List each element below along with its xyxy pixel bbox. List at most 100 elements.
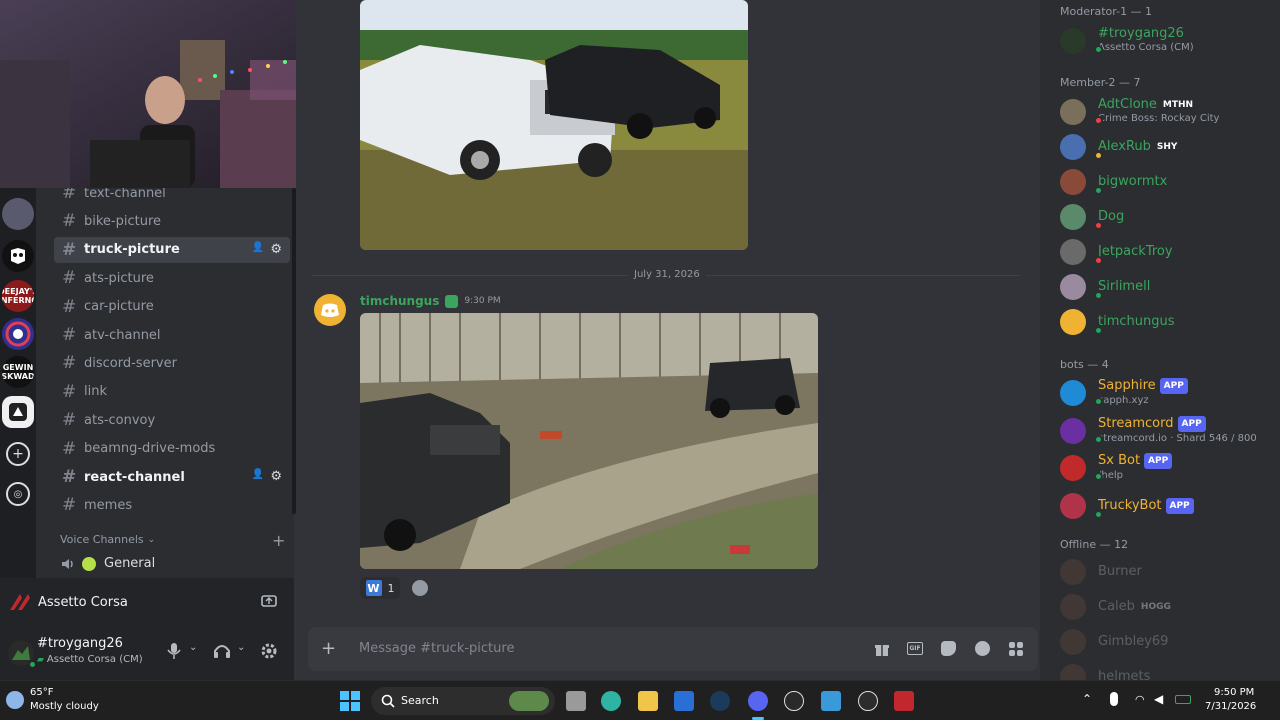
reaction-pill[interactable]: W 1	[360, 577, 400, 599]
member-item[interactable]: Sirlimell	[1060, 270, 1280, 304]
headphones-icon[interactable]	[213, 642, 231, 660]
member-item[interactable]: TruckyBot APP	[1060, 489, 1280, 523]
status-dot-icon	[1094, 116, 1103, 125]
gear-icon[interactable]: ⚙	[270, 242, 282, 257]
channel-truck-picture[interactable]: # truck-picture 👤 ⚙	[54, 236, 290, 263]
emoji-icon[interactable]	[975, 641, 990, 656]
gift-icon[interactable]	[874, 641, 890, 657]
add-channel-icon[interactable]: +	[272, 531, 285, 550]
mic-chevron-icon[interactable]: ⌄	[189, 642, 197, 653]
channel-ats-picture[interactable]: # ats-picture	[54, 265, 290, 291]
avatar	[1060, 417, 1086, 444]
attach-plus-icon[interactable]: +	[321, 638, 336, 659]
member-name: Sirlimell	[1098, 279, 1151, 294]
store-icon[interactable]	[674, 691, 694, 711]
server-icon[interactable]	[2, 198, 34, 230]
hash-icon: #	[62, 239, 77, 260]
file-explorer-icon[interactable]	[638, 691, 658, 711]
weather-widget[interactable]: 65°F Mostly cloudy	[6, 687, 116, 715]
member-item[interactable]: Dog	[1060, 200, 1280, 234]
message-author[interactable]: timchungus	[360, 294, 439, 308]
voice-channel-general[interactable]: General	[60, 556, 155, 571]
channel-label: bike-picture	[84, 213, 162, 229]
reaction-emoji: W	[365, 580, 382, 596]
add-reaction-icon[interactable]	[412, 580, 428, 596]
task-view-icon[interactable]	[566, 691, 586, 711]
member-item[interactable]: bigwormtx	[1060, 165, 1280, 199]
gif-icon[interactable]: GIF	[907, 642, 923, 655]
discord-taskbar-icon[interactable]	[748, 691, 768, 711]
app-badge: APP	[1144, 453, 1173, 469]
status-dot-icon	[1094, 326, 1103, 335]
clock-time[interactable]: 9:50 PM	[1214, 687, 1254, 698]
member-item[interactable]: Sx Bot APP/help	[1060, 451, 1280, 485]
server-abbr: GEWIN SKWAD	[2, 363, 34, 381]
member-item[interactable]: JetpackTroy	[1060, 235, 1280, 269]
member-item[interactable]: Streamcord APP streamcord.io · Shard 546 /…	[1060, 414, 1280, 448]
status-dot-icon	[1094, 397, 1103, 406]
member-item[interactable]: helmets	[1060, 660, 1280, 680]
app-icon[interactable]	[784, 691, 804, 711]
message-avatar[interactable]	[314, 294, 346, 326]
member-item[interactable]: Burner	[1060, 555, 1280, 589]
edge-icon[interactable]	[601, 691, 621, 711]
member-group-heading: Offline — 12	[1060, 538, 1129, 551]
server-icon-gewin-skwad[interactable]: GEWIN SKWAD	[2, 356, 34, 388]
member-tag-badge: MTHN	[1162, 100, 1194, 110]
member-item[interactable]: Sapphire APP sapph.xyz	[1060, 376, 1280, 410]
channel-ats-convoy[interactable]: # ats-convoy	[54, 407, 290, 433]
headphones-chevron-icon[interactable]: ⌄	[237, 642, 245, 653]
message-attachment-image[interactable]	[360, 0, 748, 250]
server-icon[interactable]	[2, 396, 34, 428]
member-name-line: Caleb HOGG	[1098, 600, 1171, 614]
server-icon[interactable]	[2, 318, 34, 350]
add-server-icon[interactable]: +	[6, 442, 30, 466]
member-item[interactable]: #troygang26 Assetto Corsa (CM)	[1060, 24, 1280, 58]
apps-icon[interactable]	[1008, 641, 1024, 657]
wifi-icon[interactable]: ◠	[1135, 693, 1145, 706]
chevron-up-icon[interactable]: ⌃	[1082, 692, 1092, 706]
message-attachment-image[interactable]	[360, 313, 818, 569]
member-item[interactable]: Gimbley69	[1060, 625, 1280, 659]
discover-icon[interactable]: ◎	[6, 482, 30, 506]
clock-date[interactable]: 7/31/2026	[1205, 701, 1256, 712]
app-icon[interactable]	[821, 691, 841, 711]
message-composer[interactable]: + Message #truck-picture GIF	[308, 627, 1038, 671]
channel-beamng-drive-mods[interactable]: # beamng-drive-mods	[54, 436, 290, 462]
microphone-icon[interactable]	[166, 642, 182, 660]
member-item[interactable]: timchungus	[1060, 305, 1280, 339]
app-icon[interactable]	[858, 691, 878, 711]
microphone-tray-icon[interactable]	[1110, 692, 1118, 706]
channel-label: memes	[84, 497, 133, 513]
channel-discord-server[interactable]: # discord-server	[54, 350, 290, 376]
assetto-corsa-taskbar-icon[interactable]	[894, 691, 914, 711]
member-item[interactable]: AlexRub SHY	[1060, 130, 1280, 164]
member-item[interactable]: Caleb HOGG	[1060, 590, 1280, 624]
channel-link[interactable]: # link	[54, 379, 290, 405]
channel-actions: 👤 ⚙	[252, 469, 282, 484]
member-name: Caleb	[1098, 599, 1135, 614]
invite-icon[interactable]: 👤	[252, 469, 264, 484]
sticker-icon[interactable]	[941, 641, 956, 656]
channel-memes[interactable]: # memes	[54, 492, 290, 518]
battery-icon[interactable]	[1175, 695, 1191, 704]
steam-icon[interactable]	[710, 691, 730, 711]
invite-icon[interactable]: 👤	[252, 242, 264, 257]
member-name: Sapphire	[1098, 378, 1156, 393]
server-icon[interactable]	[2, 240, 34, 272]
taskbar-search[interactable]: Search	[371, 687, 555, 715]
volume-icon[interactable]: ◀	[1154, 692, 1163, 706]
channel-car-picture[interactable]: # car-picture	[54, 294, 290, 320]
channel-bike-picture[interactable]: # bike-picture	[54, 208, 290, 234]
gear-icon[interactable]: ⚙	[270, 469, 282, 484]
member-group-heading: bots — 4	[1060, 358, 1109, 371]
server-icon-deejays-inferno[interactable]: DEEJAY'S INFERNO	[2, 280, 34, 312]
channel-text-channel[interactable]: # text-channel	[54, 188, 290, 206]
channel-atv-channel[interactable]: # atv-channel	[54, 322, 290, 348]
windows-start-icon[interactable]	[340, 691, 360, 711]
voice-channels-heading[interactable]: Voice Channels ⌄	[60, 533, 155, 546]
settings-gear-icon[interactable]	[260, 642, 278, 660]
screen-share-icon[interactable]	[261, 594, 277, 610]
channel-react-channel[interactable]: # react-channel 👤 ⚙	[54, 464, 290, 490]
member-item[interactable]: AdtClone MTHN Crime Boss: Rockay City	[1060, 95, 1280, 129]
